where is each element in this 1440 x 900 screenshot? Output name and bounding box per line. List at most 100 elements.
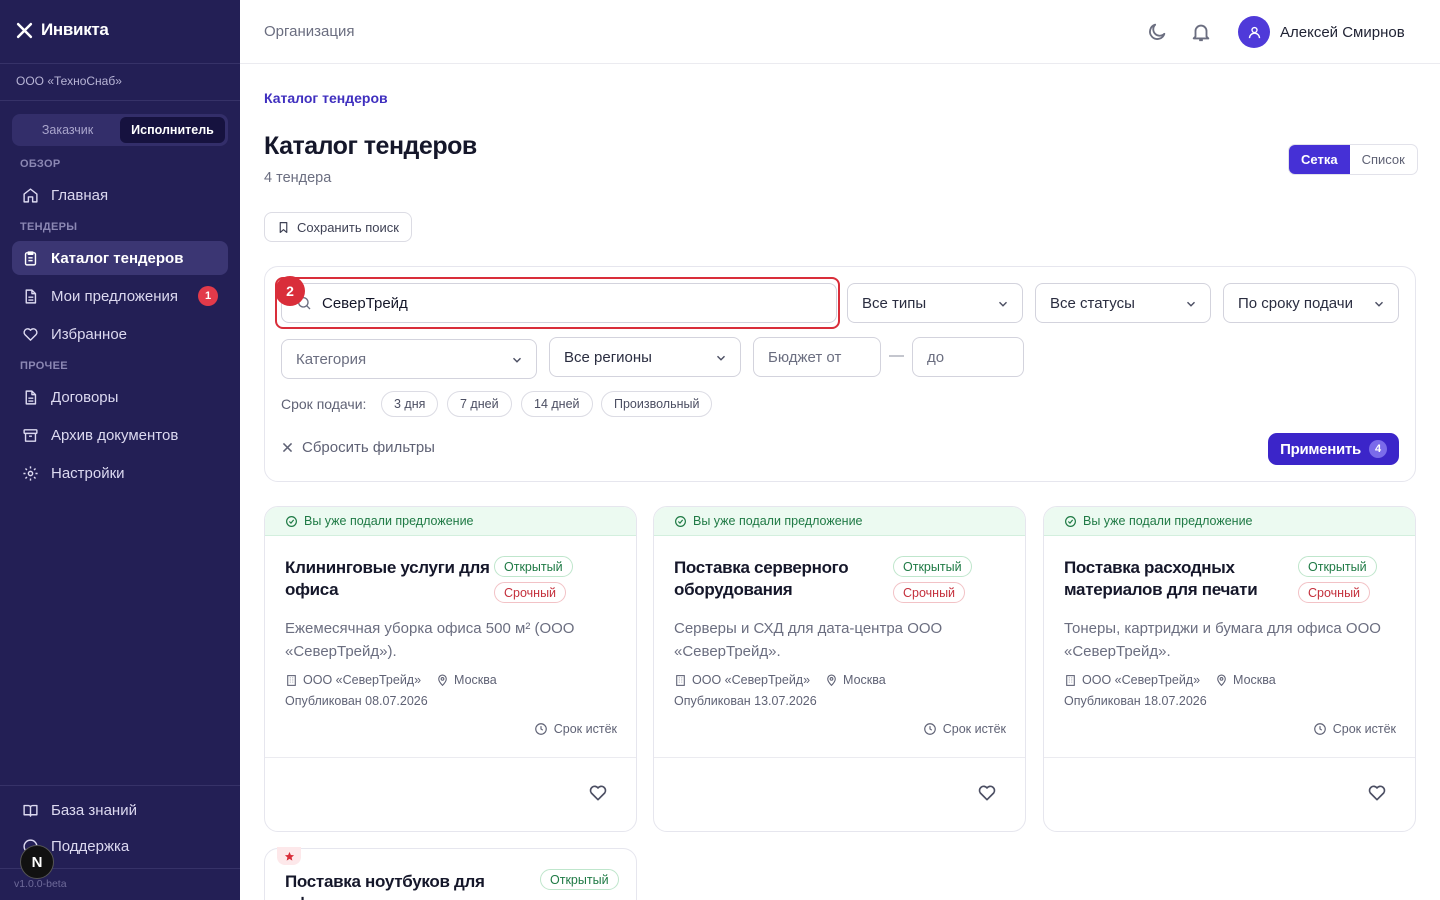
sidebar-item-home[interactable]: Главная	[12, 178, 228, 212]
reset-filters-button[interactable]: Сбросить фильтры	[281, 439, 435, 456]
tender-card[interactable]: Вы уже подали предложение Поставка расхо…	[1043, 506, 1416, 832]
type-select[interactable]: Все типы	[847, 283, 1023, 323]
sort-select-value: По сроку подачи	[1238, 294, 1353, 312]
role-customer-tab[interactable]: Заказчик	[15, 117, 120, 143]
region-select[interactable]: Все регионы	[549, 337, 741, 377]
view-grid-button[interactable]: Сетка	[1289, 145, 1350, 174]
close-icon	[282, 442, 293, 453]
tender-card[interactable]: Поставка ноутбуков для офиса Открытый	[264, 847, 637, 900]
heart-icon[interactable]	[977, 783, 997, 803]
user-name: Алексей Смирнов	[1280, 23, 1405, 41]
tender-title[interactable]: Поставка расходных материалов для печати	[1064, 557, 1294, 601]
budget-to-input[interactable]: до	[912, 337, 1024, 377]
map-pin-icon	[438, 674, 447, 686]
category-select[interactable]: Категория	[281, 339, 537, 379]
tender-title[interactable]: Поставка ноутбуков для офиса	[285, 871, 505, 900]
book-icon	[23, 804, 38, 817]
deadline-chip-7-days[interactable]: 7 дней	[447, 391, 512, 417]
published-date: Опубликован 13.07.2026	[674, 694, 817, 708]
bell-icon[interactable]	[1190, 21, 1212, 43]
sidebar-item-knowledge[interactable]: База знаний	[12, 793, 228, 827]
tender-card[interactable]: Вы уже подали предложение Поставка серве…	[653, 506, 1026, 832]
user-menu[interactable]: Алексей Смирнов	[1238, 16, 1405, 48]
city: Москва	[454, 673, 497, 687]
chevron-down-icon	[717, 355, 725, 361]
status-select-value: Все статусы	[1050, 294, 1135, 312]
deadline-chip-14-days[interactable]: 14 дней	[521, 391, 593, 417]
save-search-label: Сохранить поиск	[297, 219, 399, 235]
apply-filters-button[interactable]: Применить 4	[1268, 433, 1399, 465]
app-name: Инвикта	[41, 20, 109, 39]
deadline-status: Срок истёк	[923, 722, 1006, 736]
dev-tools-button[interactable]: N	[20, 845, 54, 879]
sidebar-item-label: Главная	[51, 186, 109, 204]
featured-badge	[277, 847, 301, 865]
deadline-status: Срок истёк	[1313, 722, 1396, 736]
offer-submitted-banner: Вы уже подали предложение	[1044, 507, 1415, 536]
tender-card[interactable]: Вы уже подали предложение Клининговые ус…	[264, 506, 637, 832]
heart-icon[interactable]	[1367, 783, 1387, 803]
sidebar-item-label: Мои предложения	[51, 287, 179, 305]
apply-count-badge: 4	[1368, 440, 1387, 458]
published-date: Опубликован 08.07.2026	[285, 694, 428, 708]
sidebar-item-settings[interactable]: Настройки	[12, 456, 228, 490]
sidebar-item-contracts[interactable]: Договоры	[12, 380, 228, 414]
view-list-button[interactable]: Список	[1350, 145, 1417, 174]
sidebar-item-archive[interactable]: Архив документов	[12, 418, 228, 452]
star-icon	[284, 851, 294, 861]
sidebar-item-label: Поддержка	[51, 837, 130, 855]
role-executor-tab[interactable]: Исполнитель	[120, 117, 225, 143]
nav-section-tenders: ТЕНДЕРЫ	[20, 221, 78, 233]
building-icon	[287, 674, 296, 686]
deadline-chip-custom[interactable]: Произвольный	[601, 391, 713, 417]
tender-meta: ООО «СеверТрейд» Москва	[285, 673, 497, 687]
sidebar-item-label: Архив документов	[51, 426, 179, 444]
map-pin-icon	[1217, 674, 1226, 686]
budget-from-placeholder: Бюджет от	[768, 348, 842, 366]
top-section-label: Организация	[264, 23, 355, 40]
company-name: ООО «СеверТрейд»	[1082, 673, 1201, 687]
user-icon	[1248, 26, 1260, 38]
heart-icon[interactable]	[588, 783, 608, 803]
region-select-value: Все регионы	[564, 348, 652, 366]
deadline-status-text: Срок истёк	[553, 722, 617, 736]
published-date: Опубликован 18.07.2026	[1064, 694, 1207, 708]
document-icon	[25, 389, 37, 405]
moon-icon[interactable]	[1146, 21, 1168, 43]
deadline-status-text: Срок истёк	[1332, 722, 1396, 736]
tender-description: Серверы и СХД для дата-центра ООО «Север…	[674, 620, 943, 660]
reset-filters-label: Сбросить фильтры	[302, 439, 435, 456]
save-search-button[interactable]: Сохранить поиск	[264, 212, 412, 242]
tender-description: Тонеры, картриджи и бумага для офиса ООО…	[1064, 620, 1381, 660]
deadline-chip-3-days[interactable]: 3 дня	[381, 391, 439, 417]
tag-urgent: Срочный	[1298, 582, 1371, 603]
offer-submitted-banner: Вы уже подали предложение	[654, 507, 1025, 536]
sidebar-divider	[0, 63, 240, 64]
sort-select[interactable]: По сроку подачи	[1223, 283, 1399, 323]
clock-icon	[923, 723, 936, 735]
offer-submitted-banner: Вы уже подали предложение	[265, 507, 636, 536]
sidebar-item-favorites[interactable]: Избранное	[12, 317, 228, 351]
tender-title[interactable]: Клининговые услуги для офиса	[285, 557, 490, 601]
banner-text: Вы уже подали предложение	[1083, 514, 1253, 528]
tender-meta: ООО «СеверТрейд» Москва	[674, 673, 886, 687]
status-select[interactable]: Все статусы	[1035, 283, 1211, 323]
close-x-logo-icon	[16, 22, 33, 38]
sidebar-item-catalog[interactable]: Каталог тендеров	[12, 241, 228, 275]
budget-from-input[interactable]: Бюджет от	[753, 337, 881, 377]
tag-open: Открытый	[893, 556, 972, 577]
sidebar-item-my-offers[interactable]: Мои предложения 1	[12, 279, 228, 313]
card-divider	[265, 757, 636, 758]
home-icon	[23, 187, 38, 203]
clock-icon	[1313, 723, 1326, 735]
bookmark-icon	[279, 221, 288, 233]
breadcrumb[interactable]: Каталог тендеров	[264, 90, 388, 106]
app-logo[interactable]: Инвикта	[16, 20, 109, 40]
sidebar: Инвикта ООО «ТехноСнаб» Заказчик Исполни…	[0, 0, 240, 900]
budget-to-placeholder: до	[927, 348, 945, 366]
chevron-down-icon	[513, 357, 521, 363]
check-circle-icon	[675, 515, 686, 527]
company-name: ООО «СеверТрейд»	[692, 673, 811, 687]
tender-title[interactable]: Поставка серверного оборудования	[674, 557, 879, 601]
sidebar-divider	[0, 100, 240, 101]
